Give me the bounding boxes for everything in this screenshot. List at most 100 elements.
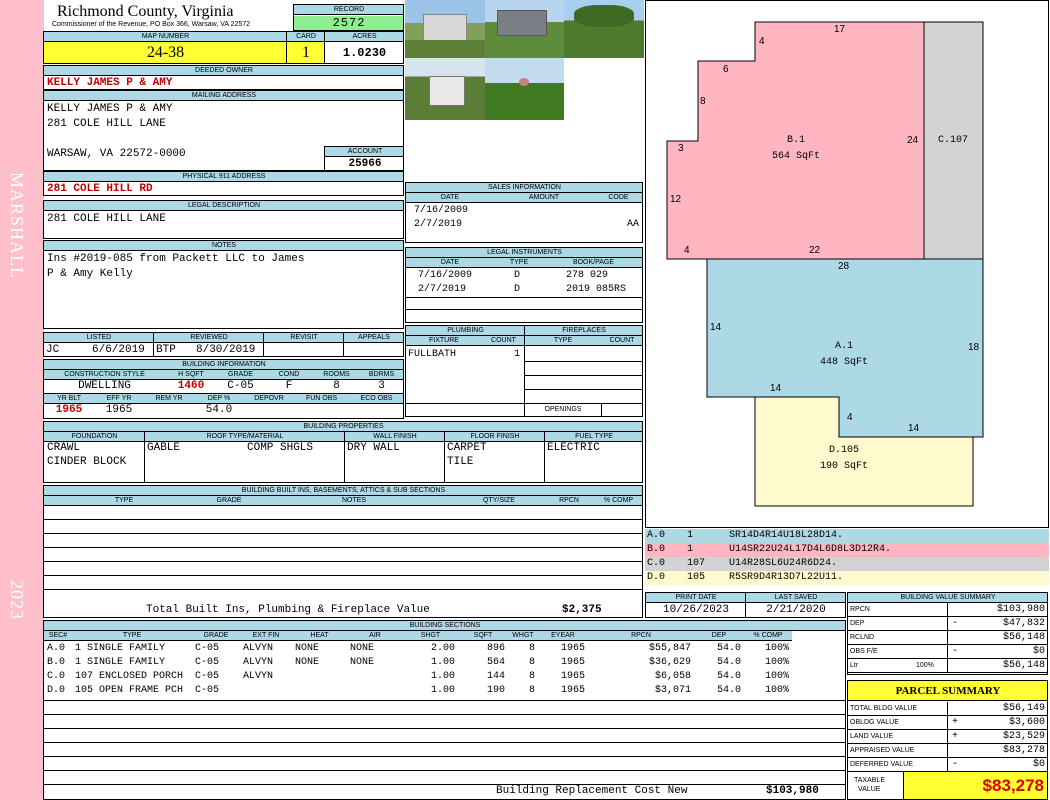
building-bdrms: 3 <box>378 380 385 392</box>
bvs-value: $56,148 <box>1002 660 1045 671</box>
sales-date: 2/7/2019 <box>414 219 463 230</box>
mailing-line-1: KELLY JAMES P & AMY <box>47 103 173 115</box>
print-date-label: PRINT DATE <box>646 593 746 603</box>
listed-date: 6/6/2019 <box>92 344 145 356</box>
replacement-cost-label: Building Replacement Cost New <box>496 785 688 797</box>
dim-a-18: 18 <box>968 342 980 353</box>
divider <box>947 744 948 758</box>
instrument-book: 278 029 <box>566 270 609 281</box>
appeals-label: APPEALS <box>344 333 403 343</box>
property-photo-5[interactable] <box>485 58 564 120</box>
sections-title: BUILDING SECTIONS <box>44 621 845 631</box>
fireplaces-title: FIREPLACES <box>525 326 642 336</box>
notes-line-2: P & Amy Kelly <box>47 268 133 280</box>
section-shgt: 2.00 <box>430 643 455 654</box>
sales-code: AA <box>626 219 639 230</box>
legend-num: 1 <box>687 530 694 541</box>
dim-a-14-left: 14 <box>710 322 722 333</box>
hdr-cond: COND <box>264 370 314 380</box>
section-rpcn: $36,629 <box>648 657 691 668</box>
acres-label: ACRES <box>325 32 403 42</box>
section-hdr-shgt: SHGT <box>403 631 458 641</box>
section-hdr-sec: SEC# <box>44 631 72 641</box>
instr-hdr-type: TYPE <box>494 258 544 268</box>
dim-b-4-top: 4 <box>759 36 765 47</box>
hdr-dep-pct: DEP % <box>194 394 244 404</box>
parcel-value: $3,600 <box>1008 717 1045 728</box>
section-grade: C-05 <box>195 657 220 668</box>
plumbing-title: PLUMBING <box>406 326 525 336</box>
divider <box>947 645 948 659</box>
prop-hdr-roof: ROOF TYPE/MATERIAL <box>145 432 345 442</box>
section-grade: C-05 <box>195 685 220 696</box>
record-label: RECORD <box>294 5 403 15</box>
hdr-rooms: ROOMS <box>314 370 359 380</box>
building-rooms: 8 <box>333 380 340 392</box>
taxable-label-2: VALUE <box>858 786 881 793</box>
sketch-panel: B.1 564 SqFt C.107 A.1 448 SqFt D.105 19… <box>645 0 1049 528</box>
map-number-label: MAP NUMBER <box>44 32 287 42</box>
hdr-depovr: DEPOVR <box>244 394 294 404</box>
sales-hdr-amount: AMOUNT <box>494 193 594 203</box>
hdr-eco-obs: ECO OBS <box>349 394 403 404</box>
sketch-d-name: D.105 <box>828 445 859 456</box>
section-eyear: 1965 <box>560 671 585 682</box>
reviewed-date: 8/30/2019 <box>196 344 256 356</box>
section-hdr-type: TYPE <box>72 631 192 641</box>
instrument-type: D <box>514 284 521 295</box>
bi-hdr-notes: NOTES <box>254 496 454 506</box>
legal-description-label: LEGAL DESCRIPTION <box>44 201 403 211</box>
review-box: LISTED REVIEWED REVISIT APPEALS JC 6/6/2… <box>43 332 404 357</box>
floor-finish-1: CARPET <box>447 442 487 454</box>
construction-style: DWELLING <box>78 380 131 392</box>
account-number: 25966 <box>348 158 382 170</box>
plumbing-count: 1 <box>513 349 520 360</box>
section-type: 105 OPEN FRAME PCH <box>75 685 184 696</box>
instruments-title: LEGAL INSTRUMENTS <box>406 248 642 258</box>
section-dep: 54.0 <box>716 685 741 696</box>
sidebar-name: MARSHALL <box>7 172 27 280</box>
plumbing-fireplace-box: PLUMBING FIREPLACES FIXTURE COUNT TYPE C… <box>405 325 643 417</box>
property-photo-2[interactable] <box>485 0 564 58</box>
section-whgt: 8 <box>528 671 535 682</box>
section-eyear: 1965 <box>560 685 585 696</box>
parcel-label: LAND VALUE <box>850 733 894 740</box>
divider <box>406 297 642 298</box>
legend-row: B.0 1 U14SR22U24L17D4L6D8L3D12R4. <box>645 543 1049 557</box>
bi-hdr-qty: QTY/SIZE <box>454 496 544 506</box>
section-heat: NONE <box>295 657 320 668</box>
deeded-owner-label: DEEDED OWNER <box>44 66 403 76</box>
building-info-title: BUILDING INFORMATION <box>44 360 403 370</box>
property-photo-4[interactable] <box>405 58 485 120</box>
roof-type: GABLE <box>147 442 181 454</box>
divider <box>947 730 948 744</box>
section-ext: ALVYN <box>243 671 274 682</box>
commissioner-address: Commissioner of the Revenue, PO Box 366,… <box>52 21 251 28</box>
mailing-address-box: MAILING ADDRESS KELLY JAMES P & AMY 281 … <box>43 90 404 171</box>
section-rpcn: $6,058 <box>654 671 691 682</box>
plumbing-hdr-count: COUNT <box>482 336 525 346</box>
parcel-label: DEFERRED VALUE <box>850 761 913 768</box>
section-rpcn: $3,071 <box>654 685 691 696</box>
taxable-label-1: TAXABLE <box>854 777 885 784</box>
property-photo-3[interactable] <box>564 0 644 58</box>
legend-num: 1 <box>687 544 694 555</box>
section-type: 107 ENCLOSED PORCH <box>75 671 184 682</box>
bvs-label: OBS F/E <box>850 648 878 655</box>
sketch-b-name: B.1 <box>786 135 805 146</box>
physical-address-value: 281 COLE HILL RD <box>47 183 153 195</box>
building-value-summary: BUILDING VALUE SUMMARY RPCN $103,980 DEP - $… <box>847 592 1048 675</box>
hdr-rem-yr: REM YR <box>144 394 194 404</box>
bvs-title: BUILDING VALUE SUMMARY <box>848 593 1047 603</box>
sidebar-year: 2023 <box>7 580 27 620</box>
section-dep: 54.0 <box>716 657 741 668</box>
section-hdr-rpcn: RPCN <box>588 631 694 641</box>
section-type: 1 SINGLE FAMILY <box>75 657 166 668</box>
divider <box>406 309 642 310</box>
parcel-label: TOTAL BLDG VALUE <box>850 705 918 712</box>
instrument-type: D <box>514 270 521 281</box>
legend-code: B.0 <box>647 544 666 555</box>
property-photo-1[interactable] <box>405 0 485 58</box>
listed-label: LISTED <box>44 333 154 343</box>
parcel-value: $56,149 <box>1002 703 1045 714</box>
